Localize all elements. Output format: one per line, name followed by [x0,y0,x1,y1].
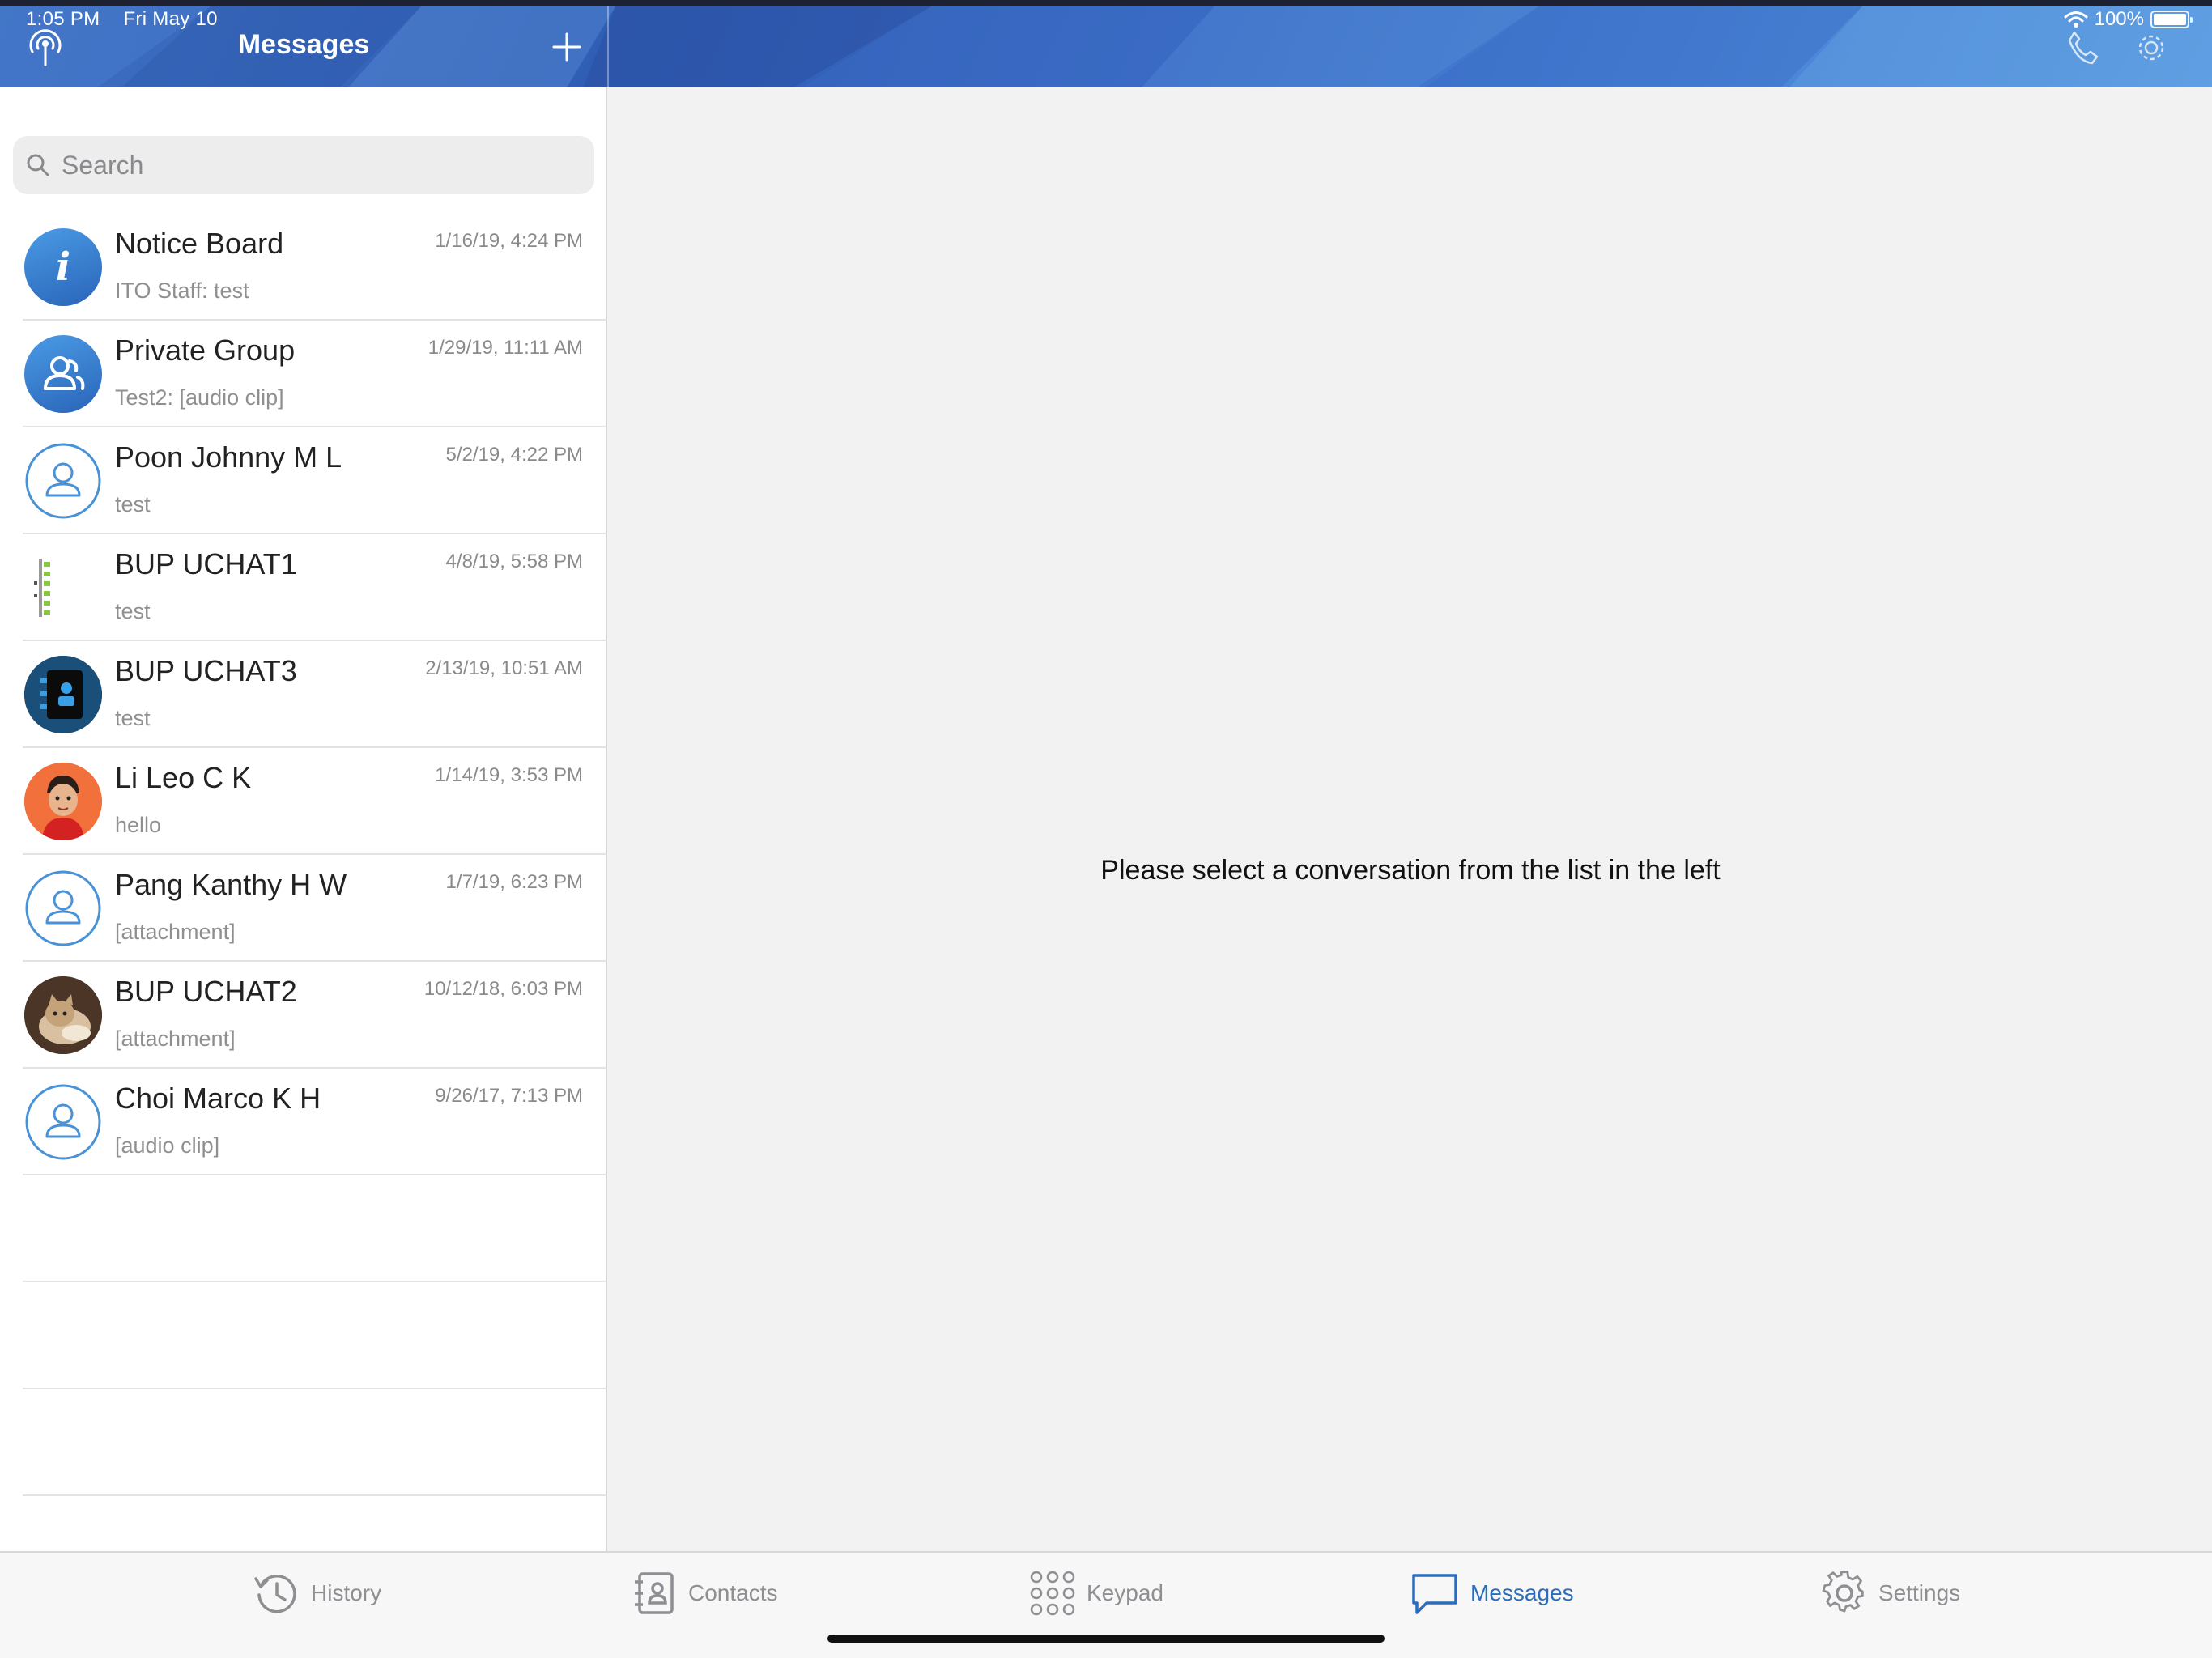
conversation-preview: Test2: [audio clip] [115,385,284,410]
conversation-name: BUP UCHAT2 [115,975,297,1008]
conversation-name: Pang Kanthy H W [115,868,347,901]
conversation-list-panel: i Notice Board 1/16/19, 4:24 PM ITO Staf… [0,87,607,1551]
conversation-time: 4/8/19, 5:58 PM [445,551,583,572]
conversation-row[interactable]: Choi Marco K H 9/26/17, 7:13 PM [audio c… [23,1069,606,1175]
tab-contacts[interactable]: Contacts [632,1571,778,1616]
avatar-photo [24,549,102,627]
conversation-preview: test [115,599,151,623]
conversation-row[interactable]: Private Group 1/29/19, 11:11 AM Test2: [… [23,321,606,427]
tab-label: Contacts [688,1580,778,1605]
svg-text:i: i [56,244,70,290]
history-icon [254,1575,296,1613]
conversation-time: 1/29/19, 11:11 AM [428,337,583,359]
avatar-photo [24,763,102,840]
conversation-row[interactable]: Pang Kanthy H W 1/7/19, 6:23 PM [attachm… [23,855,606,962]
tab-label: Settings [1878,1580,1961,1605]
person-outline-icon [24,1083,102,1161]
conversation-preview: hello [115,813,162,837]
conversation-time: 5/2/19, 4:22 PM [445,444,583,466]
avatar-photo [24,976,102,1054]
conversation-preview: [audio clip] [115,1133,220,1158]
empty-row [23,1175,606,1282]
keypad-icon [1030,1571,1075,1616]
conversation-name: Notice Board [115,227,284,260]
conversation-list: i Notice Board 1/16/19, 4:24 PM ITO Staf… [0,214,606,1496]
tab-keypad[interactable]: Keypad [1030,1571,1163,1616]
conversation-row[interactable]: BUP UCHAT1 4/8/19, 5:58 PM test [23,534,606,641]
person-outline-icon [24,869,102,947]
search-bar[interactable] [13,136,594,194]
empty-row [23,1389,606,1496]
conversation-name: BUP UCHAT1 [115,547,297,580]
home-indicator[interactable] [827,1635,1385,1643]
info-icon: i [24,228,102,306]
tab-settings[interactable]: Settings [1822,1571,1960,1616]
conversation-preview: ITO Staff: test [115,278,249,303]
conversation-preview: [attachment] [115,1027,236,1051]
conversation-row[interactable]: BUP UCHAT2 10/12/18, 6:03 PM [attachment… [23,962,606,1069]
search-icon [27,154,49,176]
header-divider [607,6,609,87]
conversation-time: 1/7/19, 6:23 PM [445,871,583,893]
status-time: 1:05 PM [26,8,100,30]
settings-gear-icon[interactable] [2134,31,2168,65]
conversation-row[interactable]: Li Leo C K 1/14/19, 3:53 PM hello [23,748,606,855]
conversation-name: BUP UCHAT3 [115,654,297,687]
battery-icon [2150,11,2193,28]
conversation-name: Poon Johnny M L [115,440,342,474]
tab-label: History [311,1580,382,1605]
conversation-name: Li Leo C K [115,761,252,794]
person-outline-icon [24,442,102,520]
conversation-time: 2/13/19, 10:51 AM [425,657,583,679]
phone-icon[interactable] [2066,29,2099,65]
page-title: Messages [237,29,370,60]
top-header: 1:05 PM Fri May 10 100% Messages [0,0,2212,87]
add-icon[interactable] [551,31,583,63]
contacts-icon [635,1572,674,1614]
contact-book-icon [24,656,102,733]
tab-label: Messages [1470,1580,1574,1605]
conversation-preview: [attachment] [115,920,236,944]
empty-row [23,1282,606,1389]
tab-history[interactable]: History [251,1571,381,1616]
conversation-row[interactable]: i Notice Board 1/16/19, 4:24 PM ITO Staf… [23,214,606,321]
conversation-time: 9/26/17, 7:13 PM [435,1085,583,1107]
status-bar-right: 100% [2064,8,2193,31]
wifi-icon [2064,11,2088,28]
conversation-preview: test [115,492,151,517]
conversation-row[interactable]: Poon Johnny M L 5/2/19, 4:22 PM test [23,427,606,534]
conversation-name: Choi Marco K H [115,1082,321,1115]
battery-percent: 100% [2094,8,2144,30]
message-icon [1412,1574,1457,1614]
tab-messages[interactable]: Messages [1410,1571,1574,1616]
tab-label: Keypad [1087,1580,1163,1605]
gear-icon [1822,1571,1864,1613]
conversation-name: Private Group [115,334,296,367]
conversation-time: 10/12/18, 6:03 PM [423,978,583,1000]
group-icon [24,335,102,413]
conversation-time: 1/16/19, 4:24 PM [435,230,583,252]
conversation-time: 1/14/19, 3:53 PM [435,764,583,786]
conversation-preview: test [115,706,151,730]
empty-state-message: Please select a conversation from the li… [1100,855,1721,886]
status-date: Fri May 10 [123,8,218,30]
search-input[interactable] [62,150,564,181]
conversation-row[interactable]: BUP UCHAT3 2/13/19, 10:51 AM test [23,641,606,748]
conversation-detail-panel: Please select a conversation from the li… [609,87,2212,1551]
